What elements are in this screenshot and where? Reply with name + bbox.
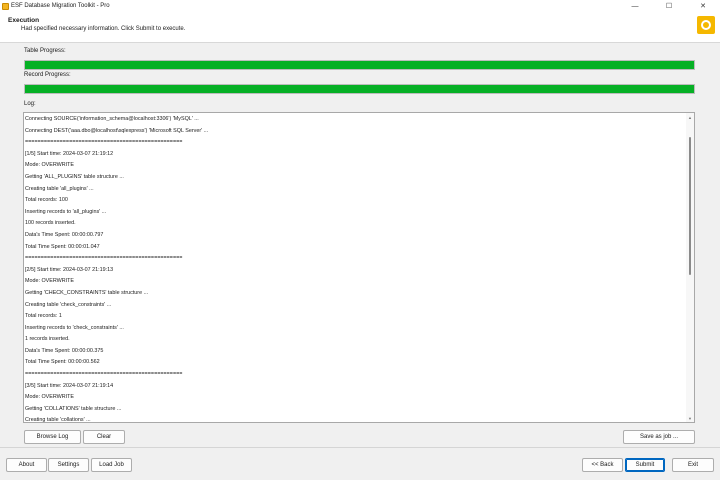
load-job-button[interactable]: Load Job xyxy=(91,458,132,472)
exit-button[interactable]: Exit xyxy=(672,458,714,472)
window-controls: — ☐ ✕ xyxy=(618,0,720,12)
about-button[interactable]: About xyxy=(6,458,47,472)
log-line: Creating table 'all_plugins' ... xyxy=(25,185,94,192)
log-line: [2/5] Start time: 2024-03-07 21:19:13 xyxy=(25,266,114,273)
submit-button[interactable]: Submit xyxy=(625,458,665,472)
maximize-button[interactable]: ☐ xyxy=(652,0,686,12)
log-lines: Connecting SOURCE('information_schema@lo… xyxy=(24,113,686,423)
save-as-job-button[interactable]: Save as job ... xyxy=(623,430,695,444)
log-line: Data's Time Spent: 00:00:00.797 xyxy=(25,231,104,238)
footer-separator xyxy=(0,447,720,448)
log-line: Getting 'COLLATIONS' table structure ... xyxy=(25,405,122,412)
browse-log-button[interactable]: Browse Log xyxy=(24,430,81,444)
scroll-up-icon[interactable]: ▲ xyxy=(686,113,694,121)
clear-button[interactable]: Clear xyxy=(83,430,125,444)
scroll-down-icon[interactable]: ▼ xyxy=(686,414,694,422)
log-line: Mode: OVERWRITE xyxy=(25,278,75,285)
log-line: [3/5] Start time: 2024-03-07 21:19:14 xyxy=(25,382,114,389)
close-button[interactable]: ✕ xyxy=(686,0,720,12)
log-line: Getting 'CHECK_CONSTRAINTS' table struct… xyxy=(25,289,149,296)
table-progress-label: Table Progress: xyxy=(24,48,66,54)
log-textarea[interactable]: Connecting SOURCE('information_schema@lo… xyxy=(23,112,695,423)
step-title: Execution xyxy=(8,17,40,24)
log-line: ========================================… xyxy=(25,255,183,262)
log-line: Getting 'ALL_PLUGINS' table structure ..… xyxy=(25,173,124,180)
log-line: Mode: OVERWRITE xyxy=(25,162,75,169)
table-progress-fill xyxy=(25,61,694,69)
wizard-header: Execution Had specified necessary inform… xyxy=(0,12,720,43)
log-line: 100 records inserted. xyxy=(25,220,76,227)
scroll-thumb[interactable] xyxy=(689,137,691,275)
log-line: Creating table 'check_constraints' ... xyxy=(25,301,112,308)
log-line: Mode: OVERWRITE xyxy=(25,394,75,401)
minimize-button[interactable]: — xyxy=(618,0,652,12)
settings-button[interactable]: Settings xyxy=(48,458,89,472)
log-line: Inserting records to 'all_plugins' ... xyxy=(25,208,107,215)
log-line: Data's Time Spent: 00:00:00.375 xyxy=(25,347,104,354)
title-bar: ESF Database Migration Toolkit - Pro — ☐… xyxy=(0,0,720,12)
record-progress-label: Record Progress: xyxy=(24,72,71,78)
log-scrollbar[interactable]: ▲ ▼ xyxy=(686,113,694,422)
log-line: Total records: 100 xyxy=(25,197,68,204)
record-progress-bar xyxy=(24,84,695,94)
log-line: Total records: 1 xyxy=(25,313,62,320)
back-button[interactable]: << Back xyxy=(582,458,623,472)
log-label: Log: xyxy=(24,101,36,107)
log-line: Total Time Spent: 00:00:01.047 xyxy=(25,243,100,250)
table-progress-bar xyxy=(24,60,695,70)
log-line: Connecting DEST('aaa.dbo@localhost\sqlex… xyxy=(25,127,209,134)
log-line: Creating table 'collations' ... xyxy=(25,417,91,423)
log-line: [1/5] Start time: 2024-03-07 21:19:12 xyxy=(25,150,114,157)
esf-logo-icon xyxy=(697,16,715,34)
log-line: Connecting SOURCE('information_schema@lo… xyxy=(25,116,199,122)
log-line: Total Time Spent: 00:00:00.562 xyxy=(25,359,100,366)
app-icon xyxy=(2,2,9,10)
log-line: 1 records inserted. xyxy=(25,336,70,343)
log-line: ========================================… xyxy=(25,139,183,146)
window-title: ESF Database Migration Toolkit - Pro xyxy=(11,3,110,9)
step-subtitle: Had specified necessary information. Cli… xyxy=(21,26,186,32)
log-line: Inserting records to 'check_constraints'… xyxy=(25,324,124,331)
record-progress-fill xyxy=(25,85,694,93)
log-line: ========================================… xyxy=(25,371,183,378)
